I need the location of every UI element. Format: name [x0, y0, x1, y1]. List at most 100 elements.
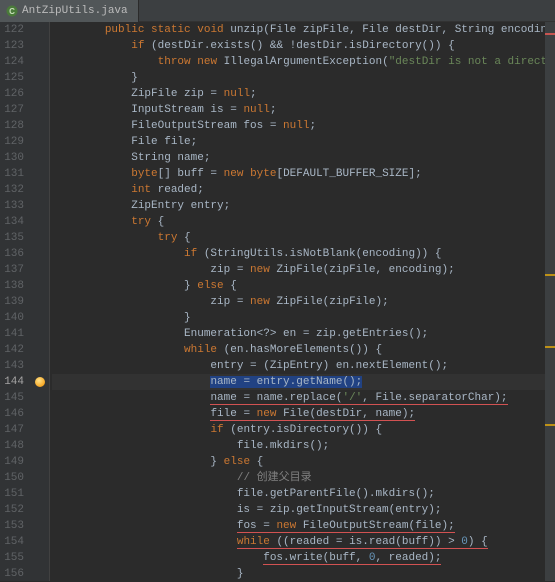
- code-line[interactable]: Enumeration<?> en = zip.getEntries();: [52, 326, 555, 342]
- code-line[interactable]: is = zip.getInputStream(entry);: [52, 502, 555, 518]
- line-number: 148: [0, 438, 24, 454]
- gutter-marker-slot: [30, 294, 49, 310]
- code-line[interactable]: File file;: [52, 134, 555, 150]
- gutter-marker-slot: [30, 150, 49, 166]
- gutter-marker-slot: [30, 86, 49, 102]
- code-line[interactable]: FileOutputStream fos = null;: [52, 118, 555, 134]
- line-number: 140: [0, 310, 24, 326]
- gutter-marker-slot: [30, 518, 49, 534]
- gutter-marker-slot: [30, 326, 49, 342]
- warning-stripe-mark[interactable]: [545, 346, 555, 348]
- line-number: 147: [0, 422, 24, 438]
- line-number: 153: [0, 518, 24, 534]
- gutter-marker-slot: [30, 102, 49, 118]
- code-line[interactable]: fos = new FileOutputStream(file);: [52, 518, 555, 534]
- gutter-marker-slot: [30, 470, 49, 486]
- code-line[interactable]: public static void unzip(File zipFile, F…: [52, 22, 555, 38]
- line-number: 143: [0, 358, 24, 374]
- code-line[interactable]: if (destDir.exists() && !destDir.isDirec…: [52, 38, 555, 54]
- code-line[interactable]: file.getParentFile().mkdirs();: [52, 486, 555, 502]
- code-line[interactable]: try {: [52, 230, 555, 246]
- line-number: 124: [0, 54, 24, 70]
- code-line[interactable]: ZipFile zip = null;: [52, 86, 555, 102]
- line-number: 132: [0, 182, 24, 198]
- code-line[interactable]: entry = (ZipEntry) en.nextElement();: [52, 358, 555, 374]
- editor-scrollbar[interactable]: [545, 22, 555, 581]
- code-line[interactable]: file.mkdirs();: [52, 438, 555, 454]
- code-line[interactable]: String name;: [52, 150, 555, 166]
- line-number: 149: [0, 454, 24, 470]
- gutter-marker-slot: [30, 406, 49, 422]
- code-line[interactable]: InputStream is = null;: [52, 102, 555, 118]
- intention-bulb-icon[interactable]: [35, 377, 45, 387]
- line-number: 141: [0, 326, 24, 342]
- gutter-marker-slot: [30, 262, 49, 278]
- code-line[interactable]: ZipEntry entry;: [52, 198, 555, 214]
- gutter-marker-slot: [30, 70, 49, 86]
- warning-stripe-mark[interactable]: [545, 274, 555, 276]
- code-line[interactable]: throw new IllegalArgumentException("dest…: [52, 54, 555, 70]
- code-line[interactable]: name = entry.getName();: [52, 374, 555, 390]
- gutter-marker-slot: [30, 134, 49, 150]
- gutter-marker-slot: [30, 54, 49, 70]
- gutter-marker-slot: [30, 230, 49, 246]
- code-line[interactable]: try {: [52, 214, 555, 230]
- code-line[interactable]: file = new File(destDir, name);: [52, 406, 555, 422]
- code-line[interactable]: }: [52, 566, 555, 581]
- code-line[interactable]: fos.write(buff, 0, readed);: [52, 550, 555, 566]
- code-line[interactable]: zip = new ZipFile(zipFile);: [52, 294, 555, 310]
- line-number: 137: [0, 262, 24, 278]
- line-number: 139: [0, 294, 24, 310]
- code-line[interactable]: int readed;: [52, 182, 555, 198]
- code-line[interactable]: // 创建父目录: [52, 470, 555, 486]
- gutter-marker-slot: [30, 486, 49, 502]
- file-tab[interactable]: C AntZipUtils.java: [0, 0, 139, 22]
- code-line[interactable]: while ((readed = is.read(buff)) > 0) {: [52, 534, 555, 550]
- gutter-marker-slot: [30, 454, 49, 470]
- gutter-marker-slot: [30, 502, 49, 518]
- gutter-marker-slot: [30, 390, 49, 406]
- gutter-marker-slot: [30, 438, 49, 454]
- code-content[interactable]: public static void unzip(File zipFile, F…: [50, 22, 555, 581]
- gutter-marker-slot: [30, 38, 49, 54]
- line-number: 154: [0, 534, 24, 550]
- line-number: 127: [0, 102, 24, 118]
- code-line[interactable]: name = name.replace('/', File.separatorC…: [52, 390, 555, 406]
- tab-bar: C AntZipUtils.java: [0, 0, 555, 22]
- gutter-marker-slot: [30, 374, 49, 390]
- code-line[interactable]: byte[] buff = new byte[DEFAULT_BUFFER_SI…: [52, 166, 555, 182]
- gutter-marker-slot: [30, 534, 49, 550]
- code-line[interactable]: }: [52, 310, 555, 326]
- gutter-marker-slot: [30, 166, 49, 182]
- line-number: 152: [0, 502, 24, 518]
- gutter-marker-slot: [30, 358, 49, 374]
- line-number: 134: [0, 214, 24, 230]
- code-line[interactable]: }: [52, 70, 555, 86]
- tab-filename: AntZipUtils.java: [22, 5, 128, 17]
- line-number: 138: [0, 278, 24, 294]
- line-number: 128: [0, 118, 24, 134]
- code-line[interactable]: zip = new ZipFile(zipFile, encoding);: [52, 262, 555, 278]
- code-line[interactable]: } else {: [52, 454, 555, 470]
- line-number: 133: [0, 198, 24, 214]
- code-line[interactable]: } else {: [52, 278, 555, 294]
- gutter-marker-slot: [30, 278, 49, 294]
- line-number: 123: [0, 38, 24, 54]
- marker-gutter: [30, 22, 50, 581]
- svg-text:C: C: [9, 7, 15, 16]
- line-number: 129: [0, 134, 24, 150]
- line-number: 151: [0, 486, 24, 502]
- line-number: 144: [0, 374, 24, 390]
- gutter-marker-slot: [30, 342, 49, 358]
- error-stripe-mark[interactable]: [545, 33, 555, 35]
- java-class-icon: C: [6, 5, 18, 17]
- gutter-marker-slot: [30, 310, 49, 326]
- code-line[interactable]: if (StringUtils.isNotBlank(encoding)) {: [52, 246, 555, 262]
- gutter-marker-slot: [30, 422, 49, 438]
- line-number: 130: [0, 150, 24, 166]
- code-line[interactable]: while (en.hasMoreElements()) {: [52, 342, 555, 358]
- code-line[interactable]: if (entry.isDirectory()) {: [52, 422, 555, 438]
- editor-area[interactable]: 1221231241251261271281291301311321331341…: [0, 22, 555, 581]
- line-number: 126: [0, 86, 24, 102]
- warning-stripe-mark[interactable]: [545, 424, 555, 426]
